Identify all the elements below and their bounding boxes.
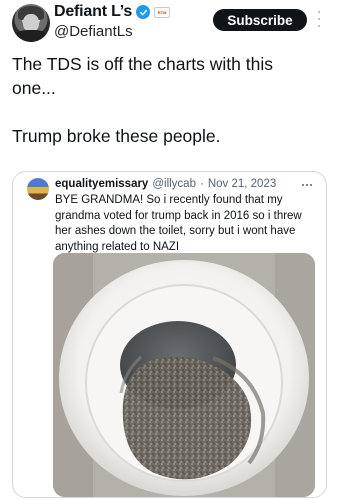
quoted-post-text: BYE GRANDMA! So i recently found that my… (55, 193, 320, 255)
quoted-author-avatar[interactable] (27, 178, 49, 200)
author-display-name[interactable]: Defiant L’s (54, 3, 132, 21)
more-options-icon[interactable] (316, 11, 322, 27)
quoted-more-icon[interactable] (302, 184, 312, 186)
quoted-post-date[interactable]: Nov 21, 2023 (208, 178, 276, 190)
post-text-line: Trump broke these people. (12, 126, 221, 146)
quoted-text-line: grandma voted for trump back in 2016 so … (55, 209, 302, 222)
meta-separator: · (199, 178, 204, 190)
post-text: The TDS is off the charts with this one.… (12, 52, 327, 148)
quoted-author-name[interactable]: equalityemissary (55, 178, 148, 190)
verified-badge-icon[interactable] (136, 5, 151, 19)
post-text-line: one... (12, 78, 56, 98)
quoted-text-line: her ashes down the toilet, sorry but i w… (55, 225, 296, 237)
post-text-line: The TDS is off the charts with this (12, 54, 273, 74)
quoted-post-image[interactable] (53, 253, 315, 497)
quoted-author-handle[interactable]: @illycab (152, 178, 196, 190)
affiliate-badge-icon[interactable]: RTM (154, 6, 171, 18)
quoted-text-line: BYE GRANDMA! So i recently found that my (55, 194, 283, 206)
author-handle[interactable]: @DefiantLs (54, 23, 133, 40)
quoted-author-meta: equalityemissary @illycab · Nov 21, 2023 (55, 178, 276, 190)
toilet-photo-icon (53, 253, 315, 497)
post-header: Defiant L’s RTM @DefiantLs Subscribe (0, 0, 337, 46)
subscribe-button[interactable]: Subscribe (213, 9, 307, 31)
avatar-body (14, 30, 48, 42)
author-avatar[interactable] (12, 4, 50, 42)
author-name-row: Defiant L’s RTM (54, 3, 171, 21)
